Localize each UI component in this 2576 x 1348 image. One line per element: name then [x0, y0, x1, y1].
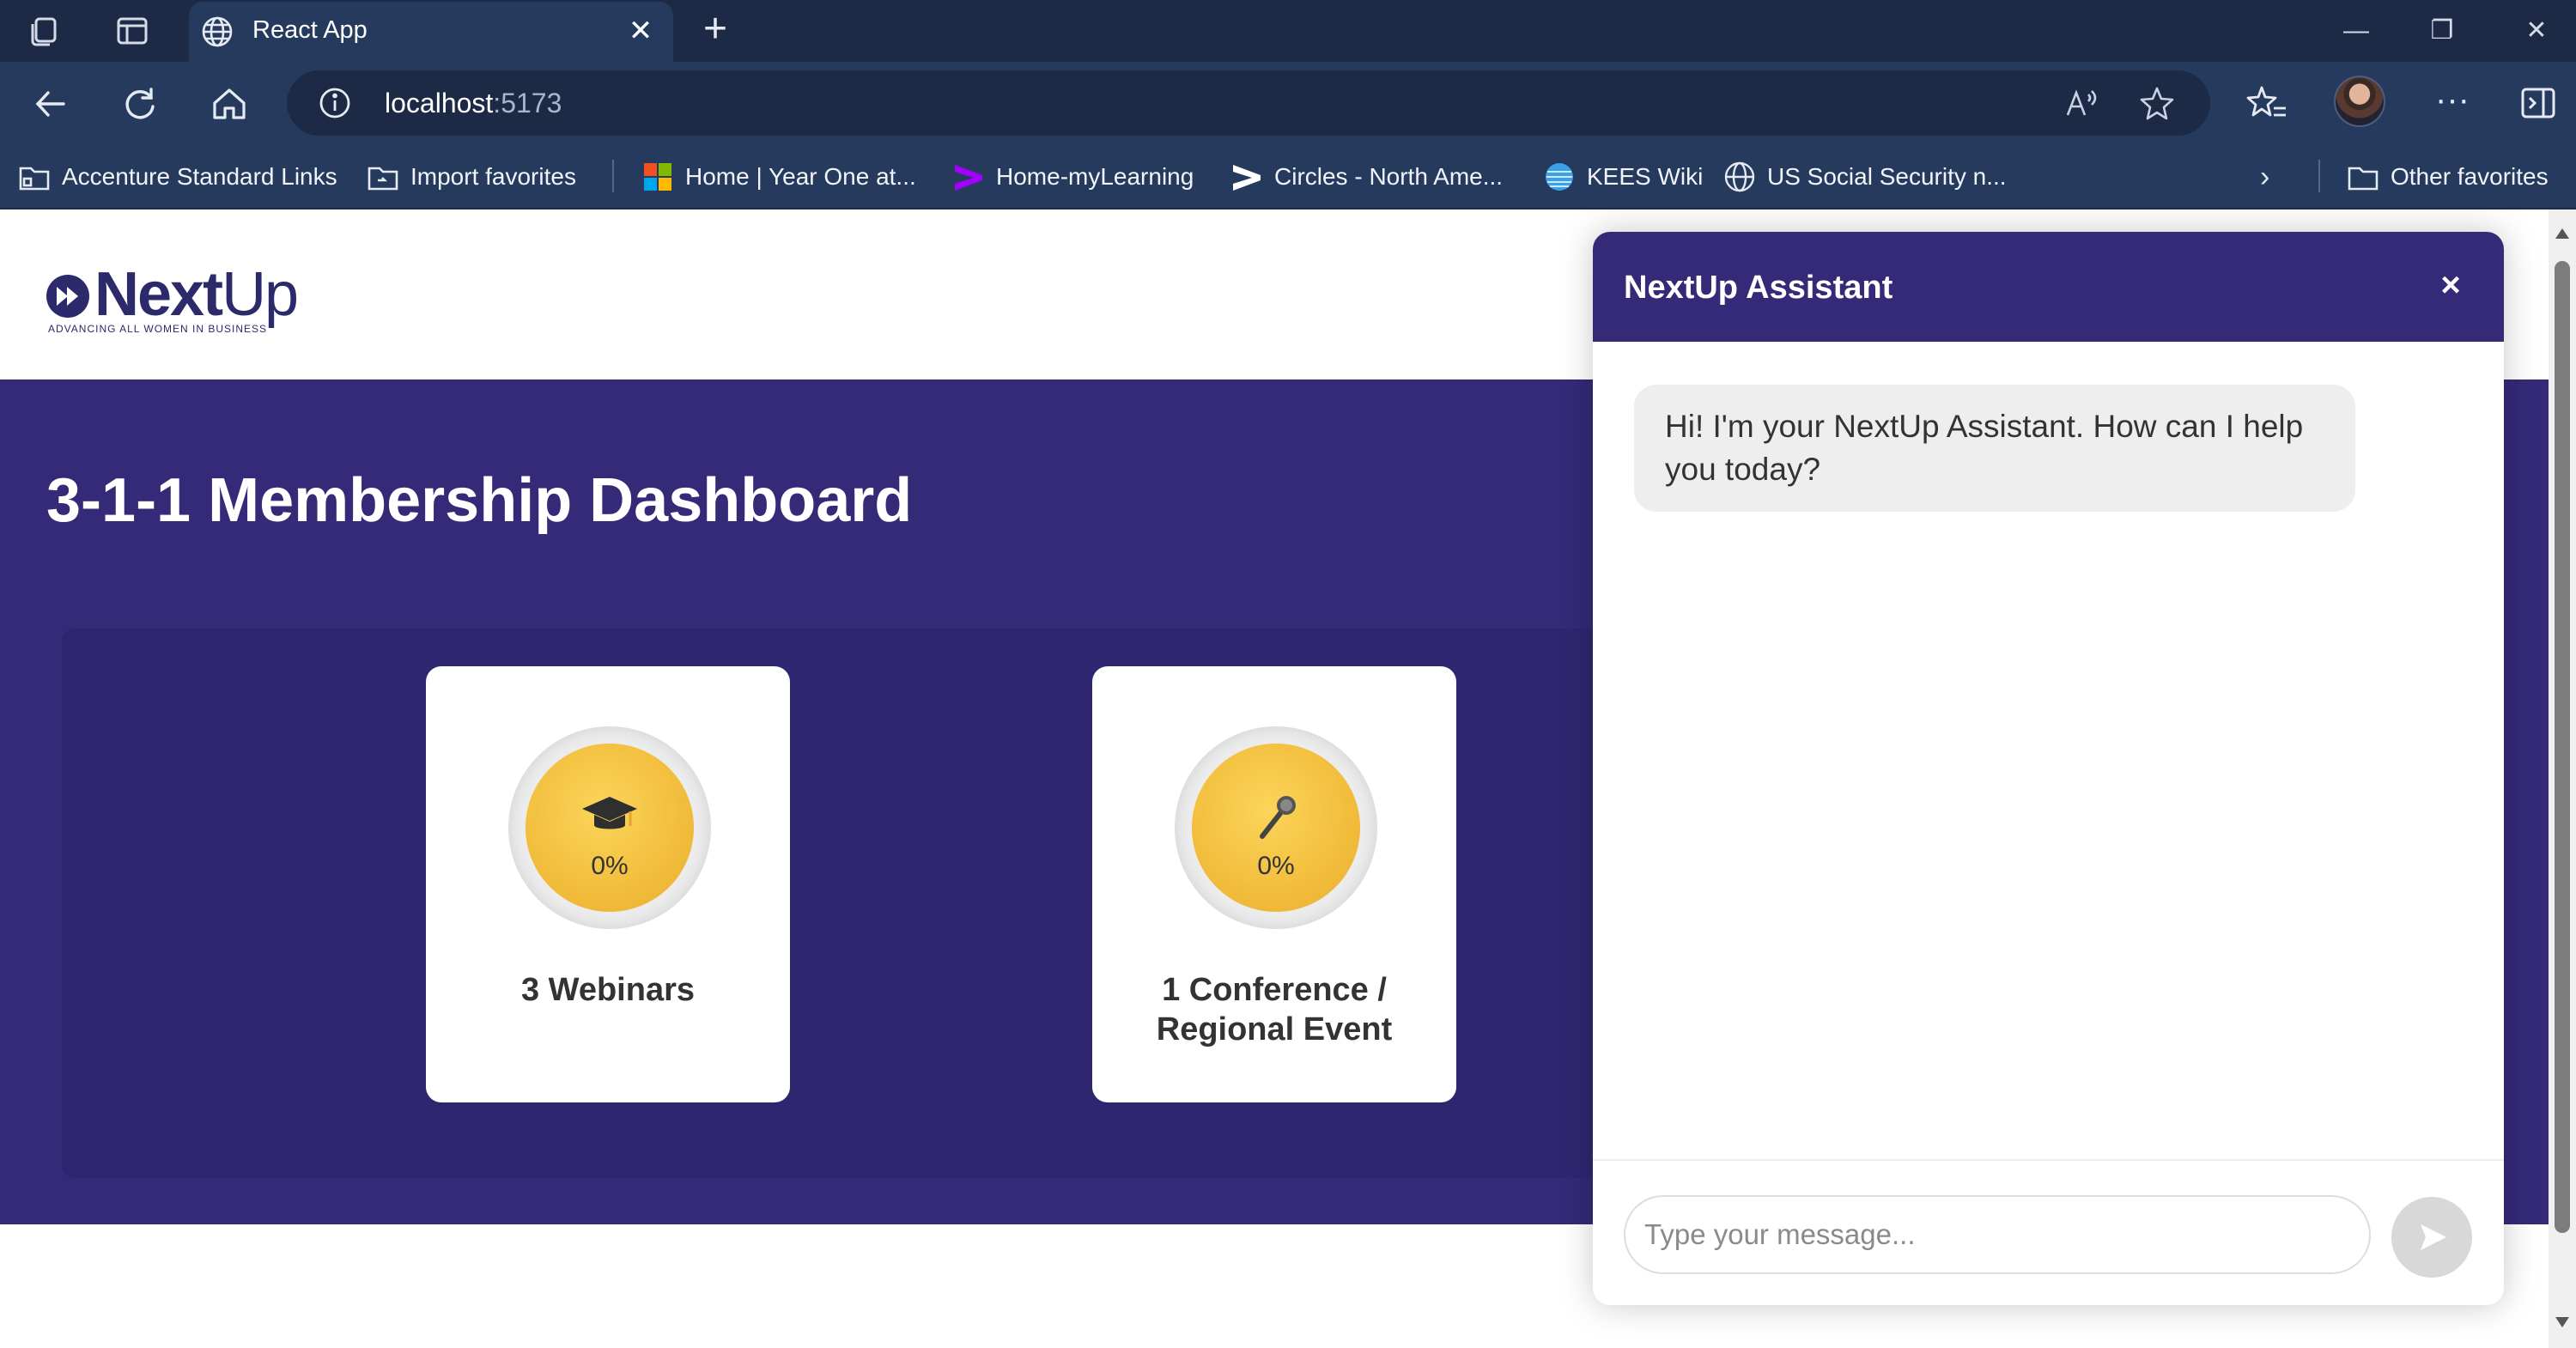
send-button[interactable] [2391, 1197, 2472, 1278]
chat-message-input[interactable] [1624, 1195, 2371, 1274]
workspaces-icon[interactable] [26, 12, 64, 50]
card-label: 3 Webinars [520, 972, 696, 1008]
bookmark-other-favorites[interactable]: Other favorites [2346, 158, 2549, 196]
card-label: 1 Conference / Regional Event [1156, 972, 1393, 1047]
bookmark-separator [612, 160, 614, 192]
close-tab-icon[interactable]: ✕ [623, 14, 658, 48]
import-icon [368, 167, 398, 191]
att-globe-icon [1546, 163, 1573, 191]
play-forward-logo-icon [46, 275, 89, 318]
progress-card-webinars[interactable]: 0% 3 Webinars [426, 666, 790, 1102]
sidebar-toggle-icon[interactable] [2516, 81, 2561, 125]
progress-percent: 0% [591, 852, 629, 880]
tab-title: React App [252, 16, 368, 44]
folder-icon [19, 167, 50, 191]
chat-title: NextUp Assistant [1624, 270, 1893, 306]
new-tab-button[interactable]: + [696, 9, 735, 50]
progress-ring: 0% [1175, 726, 1377, 929]
progress-disc: 0% [526, 744, 694, 912]
bookmark-kees-wiki[interactable]: KEES Wiki [1542, 158, 1703, 196]
read-aloud-icon[interactable] [2063, 86, 2099, 122]
browser-navbar: localhost:5173 ··· [0, 62, 2576, 144]
restore-button[interactable]: ❐ [2416, 9, 2468, 53]
close-window-button[interactable]: ✕ [2511, 9, 2562, 53]
globe-icon [1724, 161, 1755, 192]
bookmark-accenture-standard-links[interactable]: Accenture Standard Links [17, 158, 337, 196]
bookmark-circles-north-america[interactable]: Circles - North Ame... [1230, 158, 1503, 196]
address-bar[interactable]: localhost:5173 [287, 70, 2210, 136]
graduation-cap-icon [582, 797, 637, 829]
site-info-icon[interactable] [318, 86, 352, 120]
globe-icon [202, 16, 233, 47]
profile-avatar[interactable] [2334, 76, 2385, 127]
page-content: NextUp ADVANCING ALL WOMEN IN BUSINESS 3… [0, 209, 2549, 1348]
tab-react-app[interactable]: React App ✕ [189, 2, 673, 62]
accenture-logo-icon [955, 165, 982, 191]
nextup-logo[interactable]: NextUp ADVANCING ALL WOMEN IN BUSINESS [45, 261, 311, 338]
bookmark-separator [2318, 160, 2320, 192]
browser-titlebar: React App ✕ + ― ❐ ✕ [0, 0, 2576, 62]
send-icon [2421, 1224, 2446, 1250]
favorites-bar: Accenture Standard Links Import favorite… [0, 144, 2576, 208]
favorite-star-icon[interactable] [2138, 84, 2176, 122]
chat-input-area [1593, 1159, 2504, 1305]
progress-disc: 0% [1192, 744, 1360, 912]
progress-card-conference[interactable]: 0% 1 Conference / Regional Event [1092, 666, 1456, 1102]
page-title: 3-1-1 Membership Dashboard [46, 466, 913, 535]
microphone-icon [1260, 796, 1296, 839]
scrollbar-thumb[interactable] [2555, 261, 2570, 1233]
chat-widget: NextUp Assistant × Hi! I'm your NextUp A… [1593, 232, 2504, 1305]
chat-header: NextUp Assistant × [1593, 232, 2504, 342]
microsoft-logo-icon [644, 163, 671, 191]
progress-ring: 0% [508, 726, 711, 929]
more-options-icon[interactable]: ··· [2430, 81, 2475, 125]
page-scrollbar[interactable] [2549, 209, 2576, 1348]
bookmark-home-year-one[interactable]: Home | Year One at... [641, 158, 916, 196]
logo-wordmark: NextUp [94, 260, 299, 329]
more-bookmarks-chevron-icon[interactable]: › [2260, 158, 2269, 196]
scroll-up-arrow-icon[interactable] [2554, 225, 2571, 242]
back-arrow-icon[interactable] [29, 82, 72, 125]
bookmark-import-favorites[interactable]: Import favorites [366, 158, 576, 196]
bookmark-home-mylearning[interactable]: Home-myLearning [951, 158, 1194, 196]
progress-percent: 0% [1257, 852, 1295, 880]
chevron-logo-icon [1233, 165, 1261, 191]
bookmark-us-social-security[interactable]: US Social Security n... [1722, 158, 2007, 196]
assistant-message: Hi! I'm your NextUp Assistant. How can I… [1634, 385, 2355, 512]
logo-tagline: ADVANCING ALL WOMEN IN BUSINESS [48, 323, 268, 335]
folder-icon [2348, 167, 2379, 191]
tab-actions-icon[interactable] [113, 12, 151, 50]
chat-close-icon[interactable]: × [2432, 266, 2470, 304]
refresh-icon[interactable] [118, 82, 161, 125]
minimize-button[interactable]: ― [2330, 9, 2382, 53]
home-icon[interactable] [208, 82, 251, 125]
url-text[interactable]: localhost:5173 [385, 88, 562, 119]
scroll-down-arrow-icon[interactable] [2554, 1314, 2571, 1331]
favorites-icon[interactable] [2245, 81, 2289, 125]
